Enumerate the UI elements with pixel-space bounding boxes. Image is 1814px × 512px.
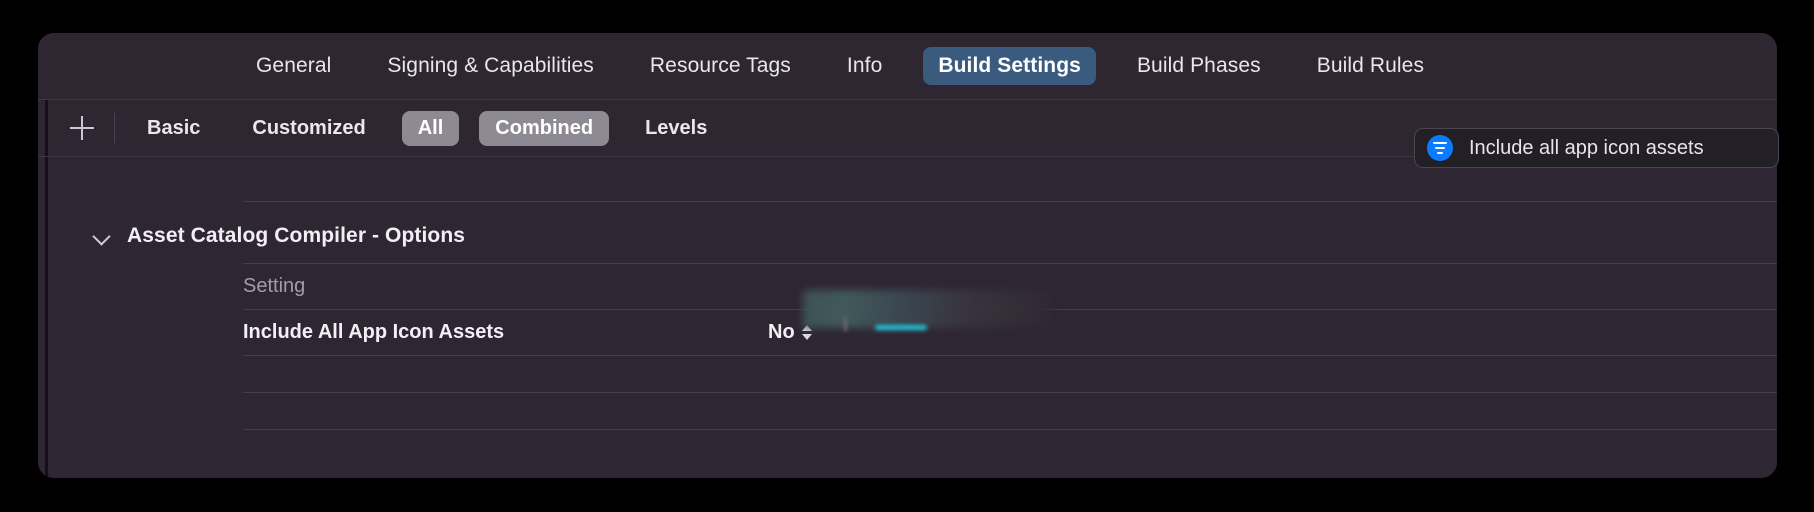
redacted-caret [844,317,847,331]
build-settings-table: Asset Catalog Compiler - Options Setting… [38,157,1777,478]
segment-all[interactable]: All [401,110,460,146]
chevron-down-icon[interactable] [93,226,113,246]
segment-combined[interactable]: Combined [479,110,610,146]
project-editor-window: General Signing & Capabilities Resource … [38,33,1777,478]
editor-tab-bar: General Signing & Capabilities Resource … [38,33,1777,100]
setting-name: Include All App Icon Assets [243,321,505,343]
tab-resource-tags[interactable]: Resource Tags [635,47,806,85]
plus-icon [70,116,94,140]
row-separator [243,201,1777,202]
toolbar-divider [114,113,115,143]
segment-basic[interactable]: Basic [131,111,216,146]
screen: General Signing & Capabilities Resource … [0,0,1814,512]
add-build-setting-button[interactable] [56,100,108,156]
build-settings-search-field[interactable]: Include all app icon assets [1414,128,1779,168]
tab-build-rules[interactable]: Build Rules [1302,47,1439,85]
filter-icon[interactable] [1427,135,1453,161]
tab-info[interactable]: Info [832,47,897,85]
setting-name: Setting [243,275,306,297]
search-input[interactable]: Include all app icon assets [1469,137,1704,160]
left-rail-divider [45,100,48,156]
setting-value-text: No [768,321,795,343]
tab-signing-capabilities[interactable]: Signing & Capabilities [372,47,609,85]
redacted-value-overlay [803,290,1051,328]
segment-levels[interactable]: Levels [629,111,723,146]
segment-customized[interactable]: Customized [236,111,381,146]
chevron-down [801,334,812,340]
settings-group-header[interactable]: Asset Catalog Compiler - Options [38,215,1777,257]
redacted-underline [875,325,927,330]
tab-general[interactable]: General [241,47,346,85]
tab-build-phases[interactable]: Build Phases [1122,47,1276,85]
table-row-empty[interactable] [38,430,1777,475]
tab-build-settings[interactable]: Build Settings [923,47,1096,85]
settings-group-title: Asset Catalog Compiler - Options [127,224,466,247]
